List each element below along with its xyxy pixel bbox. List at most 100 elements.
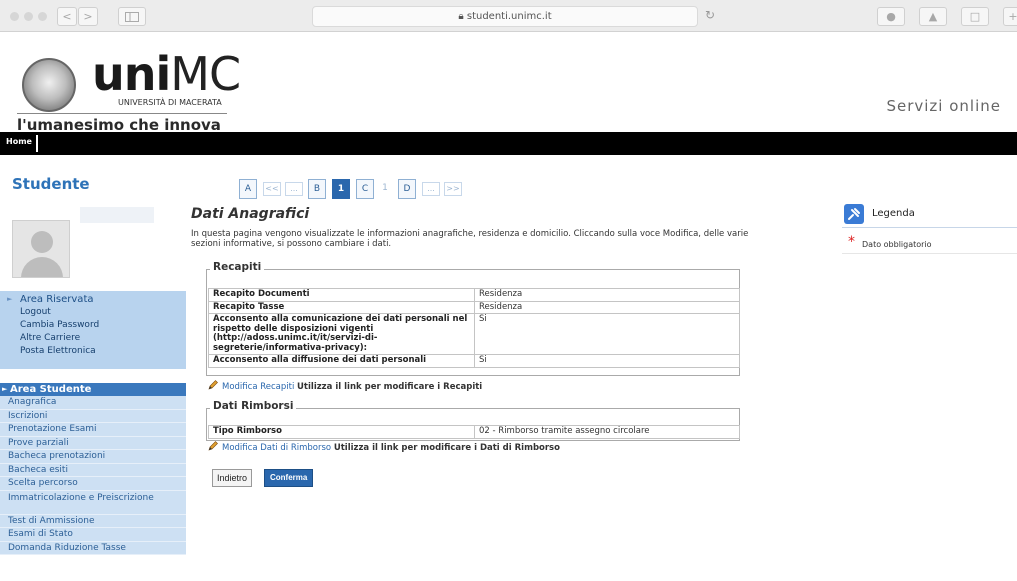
bullet-icon: ► <box>7 295 13 303</box>
back-button[interactable]: Indietro <box>212 469 253 487</box>
reload-icon[interactable]: ↻ <box>705 8 715 22</box>
recapito-tasse-value: Residenza <box>474 300 740 314</box>
address-bar[interactable]: 🔒︎ studenti.unimc.it <box>312 6 698 27</box>
recapito-documenti-value: Residenza <box>474 288 740 302</box>
sidebar-item-prove-parziali[interactable]: Prove parziali <box>0 437 186 450</box>
legend-header: Legenda <box>842 198 1017 228</box>
rimborsi-legend: Dati Rimborsi <box>210 400 297 412</box>
step-d[interactable]: D <box>398 179 416 199</box>
page-title: Dati Anagrafici <box>191 206 310 222</box>
step-a[interactable]: A <box>239 179 257 199</box>
sidebar-item-bacheca-esiti[interactable]: Bacheca esiti <box>0 464 186 477</box>
sidebar-item-iscrizioni[interactable]: Iscrizioni <box>0 410 186 423</box>
back-button[interactable]: < <box>57 7 77 26</box>
address-text: studenti.unimc.it <box>466 11 552 22</box>
logo-subtitle: UNIVERSITÀ DI MACERATA <box>118 98 222 107</box>
step-c-number[interactable]: 1 <box>378 179 392 199</box>
sidebar-title: Studente <box>12 175 90 193</box>
step-current[interactable]: 1 <box>332 179 350 199</box>
legend-icon <box>844 204 864 224</box>
logo-divider <box>17 113 227 114</box>
window-zoom-button[interactable] <box>38 12 47 21</box>
logo-light-text: MC <box>170 47 241 101</box>
sidebar-item-prenotazione-esami[interactable]: Prenotazione Esami <box>0 423 186 437</box>
downloads-button[interactable]: ● <box>877 7 905 26</box>
area-riservata-menu: ► Area Riservata Logout Cambia Password … <box>0 291 186 369</box>
top-navigation: Home <box>0 132 1017 155</box>
step-ellipsis-right: ... <box>422 182 440 196</box>
recapito-tasse-label: Recapito Tasse <box>208 300 475 314</box>
sidebar-icon <box>125 12 139 22</box>
table-row: Acconsento alla comunicazione dei dati p… <box>208 313 740 355</box>
consenso-diffusione-value: Si <box>474 354 740 368</box>
share-button[interactable]: ▲ <box>919 7 947 26</box>
sidebar-item-cambia-password[interactable]: Cambia Password <box>20 320 99 330</box>
sidebar-item-immatricolazione[interactable]: Immatricolazione e Preiscrizione <box>0 491 186 515</box>
area-studente-menu: Anagrafica Iscrizioni Prenotazione Esami… <box>0 396 186 555</box>
legend-required-text: Dato obbligatorio <box>862 240 932 249</box>
nav-divider <box>36 135 38 152</box>
rimborsi-table: Tipo Rimborso 02 - Rimborso tramite asse… <box>208 425 740 439</box>
step-first[interactable]: << <box>263 182 281 196</box>
home-link[interactable]: Home <box>6 137 32 146</box>
sidebar-item-bacheca-prenotazioni[interactable]: Bacheca prenotazioni <box>0 450 186 464</box>
table-row: Tipo Rimborso 02 - Rimborso tramite asse… <box>208 425 740 439</box>
consenso-comunicazione-value: Si <box>474 313 740 355</box>
tabs-button[interactable]: □ <box>961 7 989 26</box>
area-studente-header[interactable]: ► Area Studente <box>0 383 186 396</box>
intro-text: In questa pagina vengono visualizzate le… <box>191 229 749 249</box>
recapiti-table: Recapito Documenti Residenza Recapito Ta… <box>208 288 740 368</box>
expand-arrow-icon: ► <box>2 385 8 393</box>
rimborsi-edit-line: Modifica Dati di Rimborso Utilizza il li… <box>208 441 560 453</box>
step-last[interactable]: >> <box>444 182 462 196</box>
university-seal-icon <box>22 58 76 112</box>
recapiti-legend: Recapiti <box>210 261 265 273</box>
new-tab-button[interactable]: + <box>1003 7 1017 26</box>
pencil-icon <box>208 380 218 390</box>
sidebar-item-esami-stato[interactable]: Esami di Stato <box>0 528 186 542</box>
sidebar: Studente ► Area Riservata Logout Cambia … <box>0 155 186 581</box>
tipo-rimborso-value: 02 - Rimborso tramite assegno circolare <box>474 425 740 439</box>
sidebar-item-logout[interactable]: Logout <box>20 307 51 317</box>
confirm-button[interactable]: Conferma <box>264 469 314 487</box>
modifica-recapiti-link[interactable]: Modifica Recapiti <box>222 382 294 392</box>
table-row: Recapito Documenti Residenza <box>208 288 740 302</box>
sidebar-item-riduzione-tasse[interactable]: Domanda Riduzione Tasse <box>0 542 186 555</box>
sidebar-item-test-ammissione[interactable]: Test di Ammissione <box>0 515 186 528</box>
sidebar-item-posta-elettronica[interactable]: Posta Elettronica <box>20 346 96 356</box>
sidebar-toggle-button[interactable] <box>118 7 146 26</box>
modifica-rimborsi-hint: Utilizza il link per modificare i Dati d… <box>333 443 560 453</box>
area-riservata-title[interactable]: Area Riservata <box>20 294 94 305</box>
tipo-rimborso-label: Tipo Rimborso <box>208 425 475 439</box>
logo-bold-text: uni <box>92 47 171 101</box>
step-b[interactable]: B <box>308 179 326 199</box>
user-name-placeholder <box>80 207 154 223</box>
legend-row-required: * Dato obbligatorio <box>842 234 1017 254</box>
window-close-button[interactable] <box>10 12 19 21</box>
recapito-documenti-label: Recapito Documenti <box>208 288 475 302</box>
step-c[interactable]: C <box>356 179 374 199</box>
avatar-body-icon <box>21 257 63 277</box>
modifica-recapiti-hint: Utilizza il link per modificare i Recapi… <box>297 382 483 392</box>
forward-button[interactable]: > <box>78 7 98 26</box>
modifica-rimborsi-link[interactable]: Modifica Dati di Rimborso <box>222 443 331 453</box>
recapiti-edit-line: Modifica Recapiti Utilizza il link per m… <box>208 380 482 392</box>
sidebar-item-scelta-percorso[interactable]: Scelta percorso <box>0 477 186 491</box>
unimc-logo[interactable]: uniMC <box>92 47 241 101</box>
main-content: A << ... B 1 C 1 D ... >> Dati Anagrafic… <box>186 155 786 581</box>
sidebar-item-altre-carriere[interactable]: Altre Carriere <box>20 333 80 343</box>
avatar-head-icon <box>31 231 53 253</box>
consenso-comunicazione-label: Acconsento alla comunicazione dei dati p… <box>208 313 475 355</box>
area-studente-title: Area Studente <box>10 384 92 395</box>
consenso-diffusione-label: Acconsento alla diffusione dei dati pers… <box>208 354 475 368</box>
pencil-icon <box>208 441 218 451</box>
window-minimize-button[interactable] <box>24 12 33 21</box>
legend-title: Legenda <box>872 208 915 219</box>
sidebar-item-anagrafica[interactable]: Anagrafica <box>0 396 186 410</box>
required-star-icon: * <box>848 234 855 250</box>
table-row: Recapito Tasse Residenza <box>208 300 740 314</box>
pin-icon <box>848 208 860 220</box>
browser-toolbar: < > 🔒︎ studenti.unimc.it ↻ ● ▲ □ + <box>0 0 1017 32</box>
servizi-online-title: Servizi online <box>886 97 1001 115</box>
step-ellipsis-left: ... <box>285 182 303 196</box>
